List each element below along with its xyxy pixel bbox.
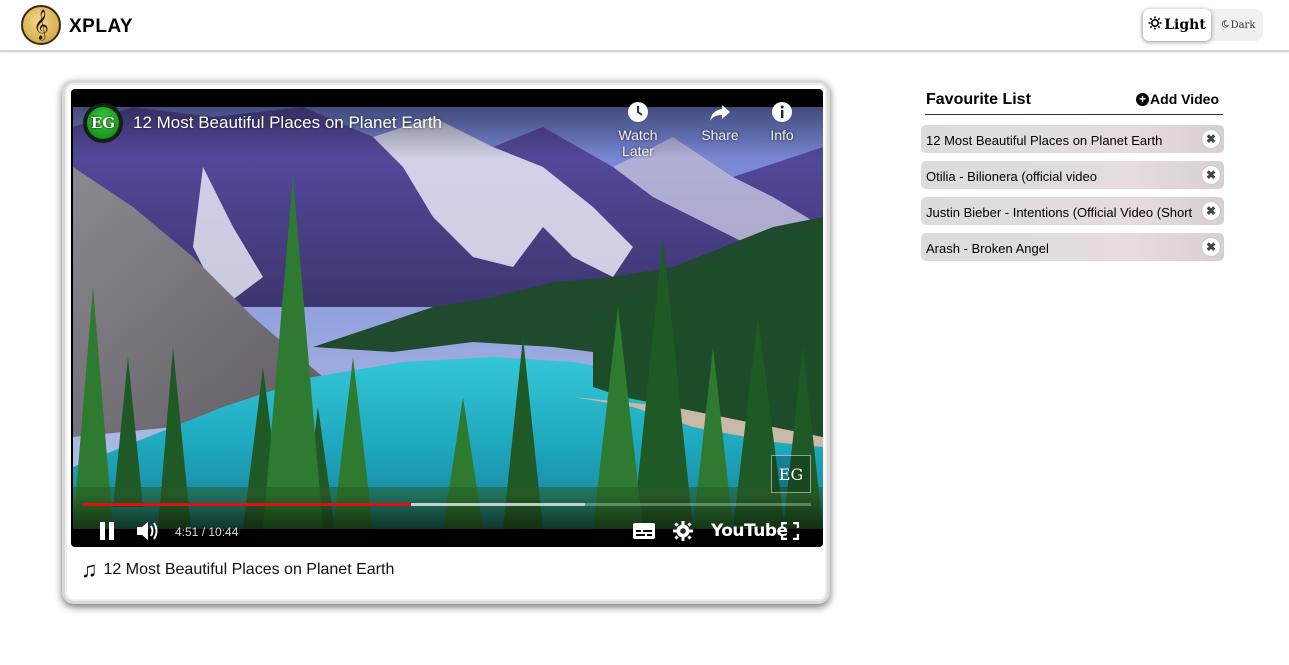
top-nav-bar: 𝄞 XPLAY Light Dark bbox=[0, 0, 1289, 52]
theme-toggle: Light Dark bbox=[1141, 9, 1263, 41]
light-theme-button[interactable]: Light bbox=[1143, 9, 1211, 41]
video-frame[interactable] bbox=[73, 107, 823, 529]
time-display: 4:51 / 10:44 bbox=[175, 525, 239, 539]
progress-bar[interactable] bbox=[83, 503, 811, 506]
now-playing-title: 12 Most Beautiful Places on Planet Earth bbox=[103, 561, 395, 578]
share-label: Share bbox=[701, 127, 739, 143]
info-button[interactable]: Info bbox=[747, 101, 817, 143]
fullscreen-button[interactable] bbox=[779, 519, 801, 543]
favourite-list-header: Favourite List + Add Video bbox=[925, 86, 1223, 115]
brand-name[interactable]: XPLAY bbox=[69, 16, 133, 38]
favourite-list-panel: Favourite List + Add Video 12 Most Beaut… bbox=[921, 86, 1224, 261]
share-button[interactable]: Share bbox=[685, 101, 755, 143]
pause-icon bbox=[100, 522, 114, 540]
favourite-item-title[interactable]: 12 Most Beautiful Places on Planet Earth bbox=[926, 133, 1196, 148]
favourite-item[interactable]: Justin Bieber - Intentions (Official Vid… bbox=[921, 197, 1224, 225]
favourite-list-title: Favourite List bbox=[926, 91, 1031, 108]
plus-circle-icon: + bbox=[1136, 92, 1150, 106]
favourite-item-title[interactable]: Arash - Broken Angel bbox=[926, 241, 1196, 256]
remove-close-icon[interactable]: ✖ bbox=[1202, 202, 1220, 220]
subtitles-icon bbox=[633, 523, 655, 539]
volume-icon bbox=[137, 522, 158, 540]
favourite-item-title[interactable]: Justin Bieber - Intentions (Official Vid… bbox=[926, 205, 1196, 220]
youtube-logo[interactable]: YouTube bbox=[711, 521, 788, 541]
favourite-list: 12 Most Beautiful Places on Planet Earth… bbox=[921, 125, 1224, 269]
light-theme-label: Light bbox=[1164, 17, 1206, 33]
fullscreen-icon bbox=[781, 522, 799, 540]
moon-icon bbox=[1221, 19, 1229, 31]
remove-close-icon[interactable]: ✖ bbox=[1202, 238, 1220, 256]
player-card: EG 12 Most Beautiful Places on Planet Ea… bbox=[62, 80, 830, 604]
favourite-item[interactable]: 12 Most Beautiful Places on Planet Earth… bbox=[921, 125, 1224, 153]
remove-close-icon[interactable]: ✖ bbox=[1202, 166, 1220, 184]
player-controls: 4:51 / 10:44 YouTube bbox=[71, 495, 823, 547]
volume-button[interactable] bbox=[135, 519, 159, 543]
gear-icon bbox=[673, 521, 693, 541]
remove-close-icon[interactable]: ✖ bbox=[1202, 130, 1220, 148]
settings-button[interactable] bbox=[671, 519, 695, 543]
now-playing-caption: ♫ 12 Most Beautiful Places on Planet Ear… bbox=[81, 559, 394, 581]
info-icon bbox=[772, 102, 792, 122]
watch-later-label: Watch Later bbox=[618, 127, 658, 159]
sun-icon bbox=[1148, 16, 1162, 34]
played-bar bbox=[83, 503, 411, 506]
favourite-item[interactable]: Arash - Broken Angel ✖ bbox=[921, 233, 1224, 261]
add-video-label: Add Video bbox=[1150, 91, 1219, 107]
clock-icon bbox=[628, 102, 648, 122]
video-player[interactable]: EG 12 Most Beautiful Places on Planet Ea… bbox=[71, 89, 823, 547]
add-video-button[interactable]: + Add Video bbox=[1136, 91, 1219, 107]
info-label: Info bbox=[770, 127, 794, 143]
music-note-icon: ♫ bbox=[81, 557, 98, 582]
pause-button[interactable] bbox=[95, 519, 119, 543]
favourite-item-title[interactable]: Otilia - Bilionera (official video bbox=[926, 169, 1196, 184]
treble-clef-logo-icon[interactable]: 𝄞 bbox=[21, 5, 61, 45]
subtitles-button[interactable] bbox=[632, 519, 656, 543]
channel-logo[interactable]: EG bbox=[83, 103, 123, 143]
video-title-overlay: EG 12 Most Beautiful Places on Planet Ea… bbox=[71, 89, 823, 159]
watch-later-button[interactable]: Watch Later bbox=[603, 101, 673, 159]
dark-theme-button[interactable]: Dark bbox=[1213, 9, 1263, 41]
channel-watermark[interactable]: EG bbox=[771, 455, 811, 493]
share-icon bbox=[710, 105, 730, 121]
dark-theme-label: Dark bbox=[1230, 19, 1256, 31]
favourite-item[interactable]: Otilia - Bilionera (official video ✖ bbox=[921, 161, 1224, 189]
video-title[interactable]: 12 Most Beautiful Places on Planet Earth bbox=[133, 113, 442, 133]
